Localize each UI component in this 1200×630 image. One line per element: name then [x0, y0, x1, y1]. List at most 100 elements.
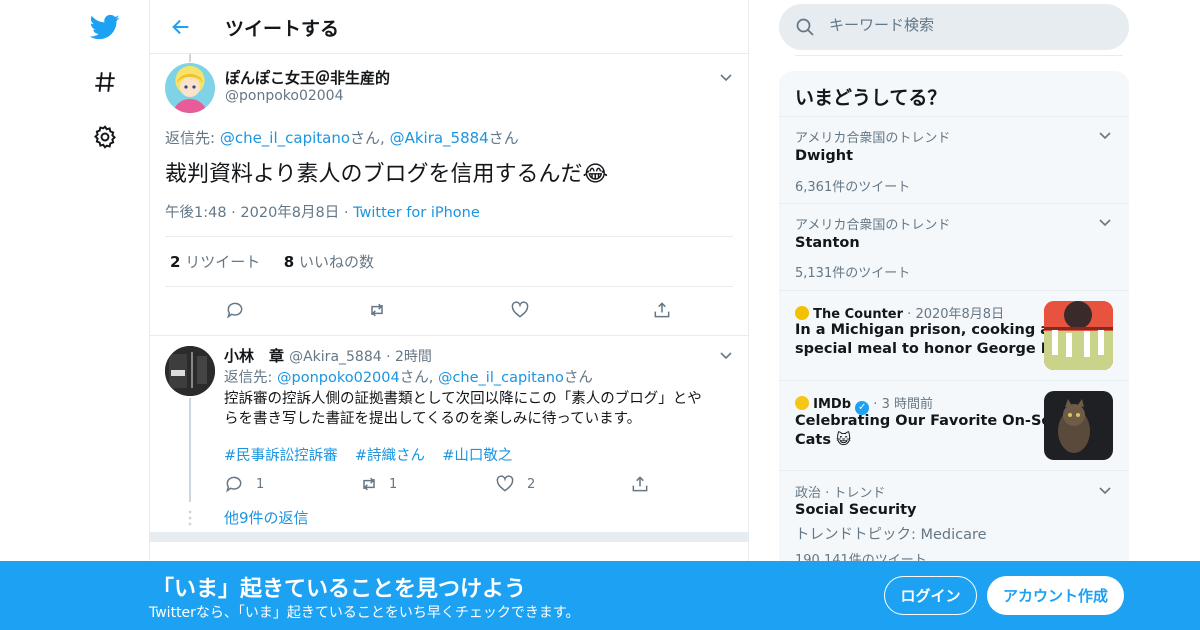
tweet-stats: 2 リツイート 8 いいねの数 [170, 251, 374, 272]
trend-name: Dwight [795, 148, 854, 164]
hashtag-link[interactable]: #詩織さん [355, 448, 425, 464]
trend-context: アメリカ合衆国のトレンド [795, 218, 951, 233]
trend-context: アメリカ合衆国のトレンド [795, 131, 951, 146]
news-item[interactable]: IMDb ✓ · 3 時間前 Celebrating Our Favorite … [779, 381, 1129, 470]
signup-banner: 「いま」起きていることを見つけよう Twitterなら、「いま」起きていることを… [0, 561, 1200, 630]
trend-count: 6,361件のツイート [795, 180, 911, 195]
news-headline-line: Cats 😺 [795, 432, 852, 448]
news-date: 2020年8月8日 [915, 307, 1005, 322]
reply-time[interactable]: 2時間 [395, 349, 432, 365]
tweet-source-link[interactable]: Twitter for iPhone [353, 205, 480, 221]
avatar[interactable] [165, 346, 215, 396]
chevron-down-icon[interactable] [1095, 212, 1115, 232]
mention-link[interactable]: @che_il_capitano [220, 129, 350, 147]
share-icon[interactable] [630, 474, 650, 494]
news-headline-line: In a Michigan prison, cooking a [795, 322, 1051, 338]
back-arrow-icon[interactable] [168, 14, 194, 40]
main-column: ツイートする ぽんぽこ女王＠非生産的 @ponpoko02004 返信先: @c… [149, 0, 749, 630]
chevron-down-icon[interactable] [716, 67, 736, 87]
search-icon [795, 17, 815, 37]
like-heart-icon[interactable] [510, 300, 530, 320]
author-handle[interactable]: @ponpoko02004 [225, 88, 344, 104]
reply-text-line: 控訴審の控訴人側の証拠書類として次回以降にこの「素人のブログ」とや [224, 391, 702, 407]
search-input[interactable] [829, 16, 1109, 34]
tweet-date[interactable]: 2020年8月8日 [240, 205, 339, 221]
news-headline-line: special meal to honor George Floyd [795, 341, 1086, 357]
author-handle[interactable]: @Akira_5884 [289, 349, 382, 365]
likes-count[interactable]: 8 [284, 253, 294, 271]
news-source: The Counter [813, 307, 904, 322]
news-thumbnail [1044, 301, 1113, 370]
divider [795, 55, 1123, 56]
divider [165, 236, 733, 237]
trend-item[interactable]: アメリカ合衆国のトレンド Dwight 6,361件のツイート [779, 117, 1129, 203]
news-source: IMDb [813, 397, 852, 412]
hashtag-link[interactable]: #民事訴訟控訴審 [224, 448, 338, 464]
mention-link[interactable]: @ponpoko02004 [277, 370, 400, 386]
banner-title: 「いま」起きていることを見つけよう [152, 577, 527, 602]
retweets-label[interactable]: リツイート [185, 253, 260, 271]
mention-link[interactable]: @che_il_capitano [438, 370, 564, 386]
login-button[interactable]: ログイン [884, 576, 977, 615]
signup-button[interactable]: アカウント作成 [987, 576, 1124, 615]
tweet-meta: 午後1:48 · 2020年8月8日 · Twitter for iPhone [165, 205, 480, 221]
chevron-down-icon[interactable] [1095, 125, 1115, 145]
share-icon[interactable] [652, 300, 672, 320]
tweet-time[interactable]: 午後1:48 [165, 205, 227, 221]
explore-hashtag-icon[interactable] [88, 65, 122, 99]
source-logo-icon [795, 306, 809, 320]
trend-name: Social Security [795, 502, 917, 518]
news-item[interactable]: The Counter · 2020年8月8日 In a Michigan pr… [779, 291, 1129, 380]
reply-count: 1 [256, 476, 265, 492]
header: ツイートする [150, 0, 748, 54]
source-logo-icon [795, 396, 809, 410]
author-name[interactable]: ぽんぽこ女王＠非生産的 [225, 67, 390, 88]
trend-context: 政治 · トレンド [795, 486, 886, 501]
chevron-down-icon[interactable] [1095, 480, 1115, 500]
mention-link[interactable]: @Akira_5884 [390, 129, 489, 147]
trend-count: 5,131件のツイート [795, 266, 911, 281]
like-action[interactable]: 2 [495, 474, 535, 494]
hashtags: #民事訴訟控訴審 #詩織さん #山口敬之 [224, 444, 512, 465]
news-thumbnail [1044, 391, 1113, 460]
reply-action[interactable]: 1 [224, 474, 264, 494]
news-date: 3 時間前 [881, 397, 933, 412]
divider [165, 286, 733, 287]
twitter-logo-icon[interactable] [88, 10, 122, 44]
like-heart-icon [496, 475, 514, 492]
author-name[interactable]: 小林 章 [224, 347, 284, 365]
reply-icon [226, 476, 242, 493]
avatar[interactable] [165, 63, 215, 113]
like-count: 2 [527, 476, 536, 492]
retweet-icon [363, 477, 375, 491]
banner-subtitle: Twitterなら、「いま」起きていることをいち早くチェックできます。 [149, 605, 580, 621]
reply-icon[interactable] [225, 300, 245, 320]
thread-line [189, 398, 191, 502]
reply-text-line: らを書き写した書証を提出してくるのを楽しみに待っています。 [224, 411, 642, 427]
news-meta: IMDb ✓ · 3 時間前 [795, 393, 933, 415]
more-replies-link[interactable]: 他9件の返信 [224, 507, 309, 528]
reply-header: 小林 章 @Akira_5884 · 2時間 [224, 347, 432, 365]
settings-gear-icon[interactable] [88, 120, 122, 154]
news-meta: The Counter · 2020年8月8日 [795, 303, 1004, 322]
retweet-action[interactable]: 1 [359, 474, 397, 494]
retweet-count: 1 [389, 476, 398, 492]
tweet-text: 裁判資料より素人のブログを信用するんだ😂 [165, 162, 609, 187]
search-box[interactable] [779, 4, 1129, 50]
reply-context: 返信先: @che_il_capitanoさん, @Akira_5884さん [165, 129, 519, 147]
retweet-icon[interactable] [367, 300, 387, 320]
thread-line [189, 54, 191, 62]
section-divider [150, 532, 748, 542]
trends-panel: いまどうしてる？ アメリカ合衆国のトレンド Dwight 6,361件のツイート… [779, 71, 1129, 591]
page-title: ツイートする [225, 18, 340, 40]
divider [150, 335, 748, 336]
trend-item[interactable]: アメリカ合衆国のトレンド Stanton 5,131件のツイート [779, 204, 1129, 290]
thread-dots [188, 509, 192, 527]
hashtag-link[interactable]: #山口敬之 [442, 448, 512, 464]
likes-label[interactable]: いいねの数 [299, 253, 374, 271]
retweets-count[interactable]: 2 [170, 253, 180, 271]
trend-name: Stanton [795, 235, 860, 251]
chevron-down-icon[interactable] [716, 345, 736, 365]
reply-context: 返信先: @ponpoko02004さん, @che_il_capitanoさん [224, 370, 593, 386]
trends-title: いまどうしてる？ [795, 87, 947, 109]
